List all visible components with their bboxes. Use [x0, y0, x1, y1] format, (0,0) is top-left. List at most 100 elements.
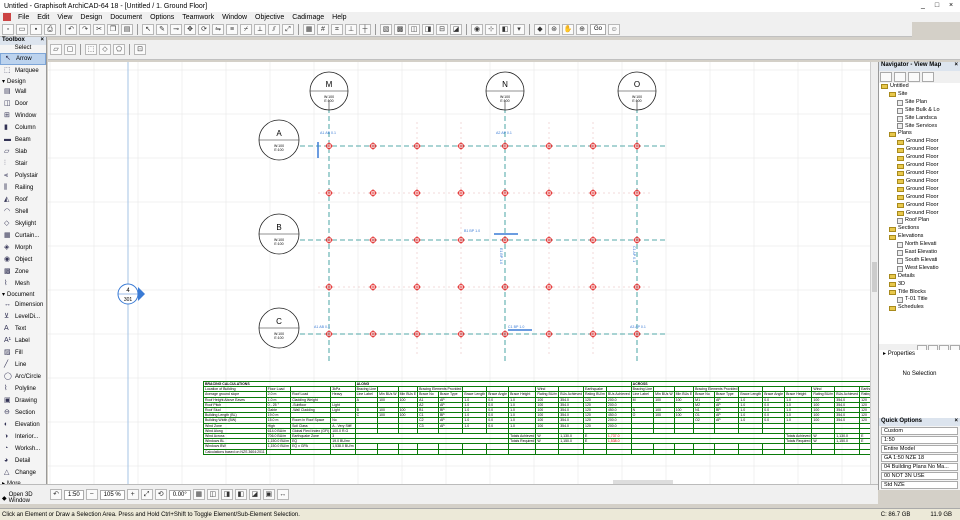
tool-arc-circle[interactable]: ◯ Arc/Circle — [0, 371, 46, 383]
view-map-item[interactable]: Ground Floor — [881, 210, 960, 218]
view-map-item[interactable]: Schedules — [881, 304, 960, 312]
menu-objective[interactable]: Objective — [251, 14, 288, 21]
pan-icon[interactable]: ✋ — [562, 23, 574, 35]
view-map-item[interactable]: Ground Floor — [881, 146, 960, 154]
print-icon[interactable]: ⎙ — [44, 23, 56, 35]
tool-slab[interactable]: ▱ Slab — [0, 146, 46, 158]
grid-icon[interactable]: # — [317, 23, 329, 35]
view-map-item[interactable]: Plans — [881, 130, 960, 138]
geometry-icon[interactable]: ▱ — [50, 44, 62, 55]
zoom-icon[interactable]: ⊕ — [576, 23, 588, 35]
tool-worksheet[interactable]: ◔ Worksh... — [0, 443, 46, 455]
scroll-thumb[interactable] — [872, 262, 877, 292]
tool-level-dimension[interactable]: ⊻ LevelDi... — [0, 311, 46, 323]
project-map-icon[interactable] — [880, 72, 892, 82]
orbit-icon[interactable]: ⊛ — [548, 23, 560, 35]
view-map-item[interactable]: South Elevati — [881, 257, 960, 265]
view-map-item[interactable]: Site Bulk & Lo — [881, 107, 960, 115]
view-map-item[interactable]: Ground Floor — [881, 194, 960, 202]
poly-select-icon[interactable]: ⬠ — [113, 44, 125, 55]
tool-wall[interactable]: ▤ Wall — [0, 86, 46, 98]
move-icon[interactable]: ✥ — [184, 23, 196, 35]
menu-help[interactable]: Help — [328, 14, 350, 21]
new-icon[interactable]: ▫ — [2, 23, 14, 35]
fill-icon[interactable]: ▧ — [380, 23, 392, 35]
menu-design[interactable]: Design — [76, 14, 106, 21]
pattern-icon[interactable]: ▩ — [394, 23, 406, 35]
undo-zoom-icon[interactable]: ↶ — [50, 489, 62, 500]
quick-option-model-view[interactable]: 04 Building Plans No Ma... — [881, 463, 958, 471]
tool-polyline[interactable]: ⌇ Polyline — [0, 383, 46, 395]
layer-icon[interactable]: ▦ — [303, 23, 315, 35]
view-map-item[interactable]: Ground Floor — [881, 138, 960, 146]
snap-icon[interactable]: ⌗ — [331, 23, 343, 35]
close-icon[interactable]: × — [40, 37, 44, 45]
layout-book-icon[interactable] — [908, 72, 920, 82]
hide-icon[interactable]: ◪ — [450, 23, 462, 35]
view-map-item[interactable]: Site Plan — [881, 99, 960, 107]
undo-icon[interactable]: ↶ — [65, 23, 77, 35]
open-icon[interactable]: ▭ — [16, 23, 28, 35]
pen-set-icon[interactable]: ◫ — [206, 489, 219, 500]
pen-icon[interactable]: ✎ — [156, 23, 168, 35]
menu-edit[interactable]: Edit — [33, 14, 53, 21]
view-map-item[interactable]: 3D — [881, 281, 960, 289]
tool-mesh[interactable]: ⌇ Mesh — [0, 278, 46, 290]
tool-detail[interactable]: ◕ Detail — [0, 455, 46, 467]
section-icon[interactable]: ⊟ — [436, 23, 448, 35]
tool-curtain-wall[interactable]: ▦ Curtain... — [0, 230, 46, 242]
split-icon[interactable]: ⟂ — [254, 23, 266, 35]
tool-dimension[interactable]: ↔ Dimension — [0, 299, 46, 311]
menu-options[interactable]: Options — [146, 14, 178, 21]
tool-railing[interactable]: ⫼ Railing — [0, 182, 46, 194]
trace-icon[interactable]: ◧ — [499, 23, 511, 35]
view-map-item[interactable]: Site — [881, 91, 960, 99]
quick-option-override[interactable]: 00 NOT 3N USE — [881, 472, 958, 480]
open-3d-window-button[interactable]: ◆ Open 3D Window — [0, 492, 47, 504]
mirror-icon[interactable]: ⇋ — [212, 23, 224, 35]
trim-icon[interactable]: ⌿ — [240, 23, 252, 35]
menu-teamwork[interactable]: Teamwork — [178, 14, 218, 21]
view-map-item[interactable]: North Elevati — [881, 241, 960, 249]
tool-zone[interactable]: ▩ Zone — [0, 266, 46, 278]
zoom-in-icon[interactable]: + — [126, 489, 139, 500]
target-icon[interactable]: ◉ — [471, 23, 483, 35]
menu-file[interactable]: File — [14, 14, 33, 21]
publisher-icon[interactable] — [922, 72, 934, 82]
dimension-style-icon[interactable]: ↔ — [276, 489, 289, 500]
tool-window[interactable]: ⊞ Window — [0, 110, 46, 122]
view-map-item[interactable]: Elevations — [881, 233, 960, 241]
close-button[interactable]: × — [946, 1, 956, 10]
view-map-item[interactable]: Details — [881, 273, 960, 281]
tool-marquee[interactable]: ⬚ Marquee — [0, 65, 46, 77]
view-map-item[interactable]: Title Blocks — [881, 289, 960, 297]
view-map-item[interactable]: Ground Floor — [881, 202, 960, 210]
tool-stair[interactable]: ⫶ Stair — [0, 158, 46, 170]
zoom-out-icon[interactable]: − — [85, 489, 98, 500]
structure-icon[interactable]: ▣ — [262, 489, 275, 500]
tool-beam[interactable]: ▬ Beam — [0, 134, 46, 146]
pen-set-icon[interactable]: ◫ — [408, 23, 420, 35]
quick-option-structure[interactable]: Entire Model — [881, 445, 958, 453]
tool-section[interactable]: ⊖ Section — [0, 407, 46, 419]
menu-window[interactable]: Window — [218, 14, 251, 21]
tool-drawing[interactable]: ▣ Drawing — [0, 395, 46, 407]
tool-morph[interactable]: ◈ Morph — [0, 242, 46, 254]
redo-icon[interactable]: ↷ — [79, 23, 91, 35]
view-icon[interactable]: ◨ — [422, 23, 434, 35]
tool-interior-elevation[interactable]: ◑ Interior... — [0, 431, 46, 443]
cursor-icon[interactable]: ⊹ — [485, 23, 497, 35]
scale-field[interactable]: 1:50 — [64, 489, 84, 500]
quick-option-pen-set[interactable]: GA 1:50 NZE 18 — [881, 454, 958, 462]
tool-skylight[interactable]: ◇ Skylight — [0, 218, 46, 230]
app-icon[interactable] — [3, 13, 11, 21]
quick-option-layer-combo[interactable]: Custom — [881, 427, 958, 435]
tool-shell[interactable]: ◠ Shell — [0, 206, 46, 218]
quick-option-scale[interactable]: 1:50 — [881, 436, 958, 444]
paste-icon[interactable]: ▤ — [121, 23, 133, 35]
selection-method-icon[interactable]: ▢ — [64, 44, 76, 55]
maximize-button[interactable]: □ — [932, 1, 942, 10]
rotate-icon[interactable]: ⟳ — [198, 23, 210, 35]
3d-icon[interactable]: ◆ — [534, 23, 546, 35]
tool-change[interactable]: △ Change — [0, 467, 46, 479]
